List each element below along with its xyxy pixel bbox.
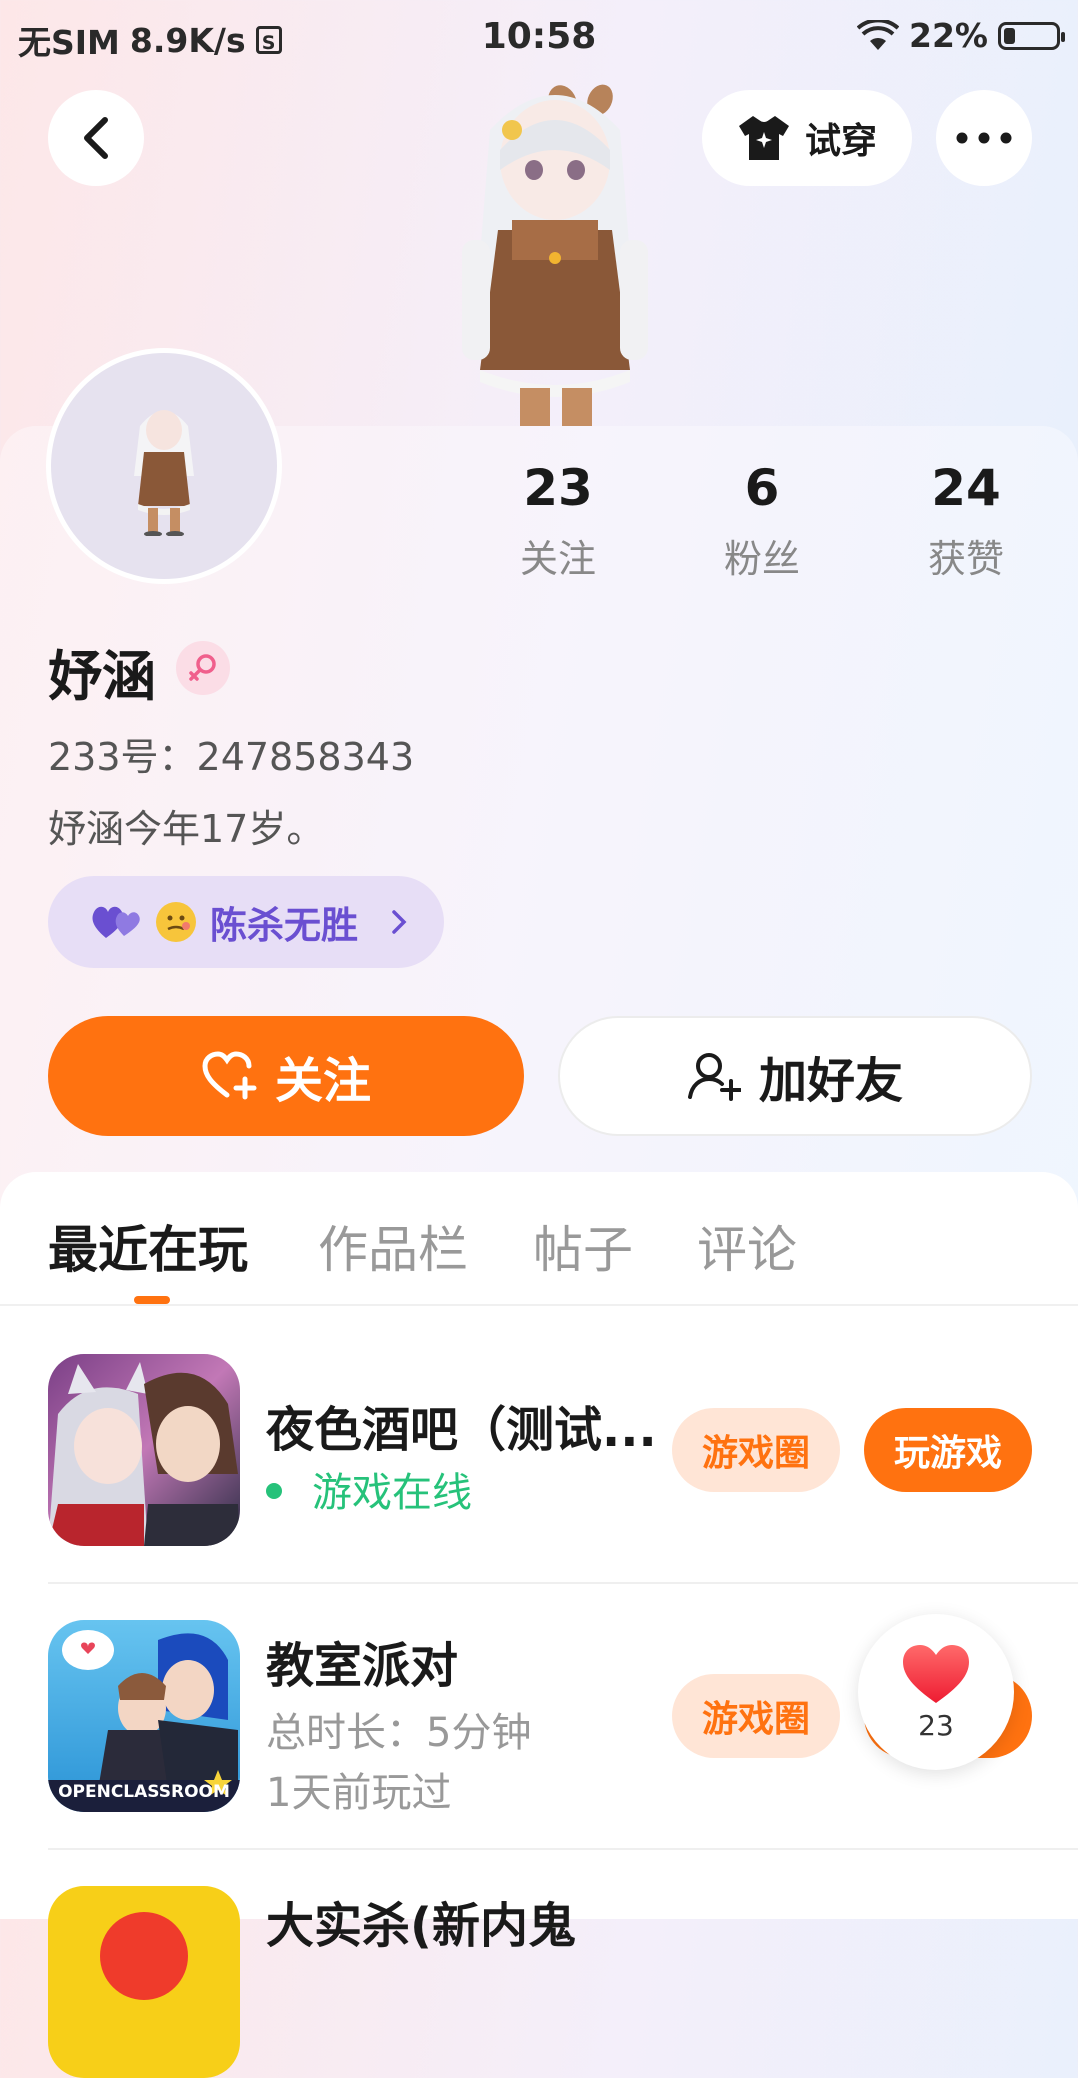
game-circle-button[interactable]: 游戏圈 — [672, 1408, 840, 1492]
stat-likes-label: 获赞 — [927, 537, 1004, 581]
more-icon — [956, 132, 1012, 144]
like-count: 23 — [918, 1708, 954, 1742]
face-emoji-icon — [156, 902, 196, 942]
add-friend-button[interactable]: 加好友 — [558, 1016, 1032, 1136]
divider — [48, 1848, 1078, 1850]
game-online-status: 游戏在线 — [266, 1460, 472, 1518]
online-dot-icon — [266, 1483, 282, 1499]
follow-button[interactable]: 关注 — [48, 1016, 524, 1136]
play-game-button[interactable]: 玩游戏 — [864, 1408, 1032, 1492]
chevron-left-icon — [84, 117, 108, 159]
game-duration: 总时长：5分钟 — [266, 1710, 532, 1756]
tab-posts[interactable]: 帖子 — [533, 1210, 633, 1282]
avatar-image — [51, 353, 277, 579]
tab-comments[interactable]: 评论 — [697, 1210, 797, 1282]
game-title[interactable]: 教室派对 — [266, 1626, 458, 1696]
female-icon — [176, 641, 230, 695]
try-on-button[interactable]: 试穿 — [702, 90, 912, 186]
profile-name: 妤涵 — [48, 645, 156, 708]
floating-like-button[interactable]: 23 — [858, 1614, 1014, 1770]
game-icon-third[interactable] — [48, 1886, 240, 2078]
relation-tag[interactable]: 陈杀无胜 — [48, 876, 444, 968]
relation-label: 陈杀无胜 — [210, 904, 358, 947]
double-heart-icon — [92, 906, 140, 938]
tab-indicator — [134, 1296, 170, 1304]
tab-bar: 最近在玩 作品栏 帖子 评论 — [0, 1172, 1078, 1304]
hero-avatar-image — [462, 84, 648, 426]
battery-percent: 22% — [909, 16, 988, 55]
game-title[interactable]: 夜色酒吧（测试... — [266, 1390, 657, 1460]
stat-following[interactable]: 23 关注 — [478, 458, 638, 583]
avatar[interactable] — [46, 348, 282, 584]
chevron-right-icon — [392, 910, 407, 934]
profile-bio: 妤涵今年17岁。 — [48, 807, 325, 851]
try-on-label: 试穿 — [804, 121, 877, 162]
user-id: 233号：247858343 — [48, 735, 415, 779]
game-circle-button[interactable]: 游戏圈 — [672, 1674, 840, 1758]
stat-following-label: 关注 — [519, 537, 596, 581]
heart-icon — [903, 1644, 969, 1703]
follow-label: 关注 — [274, 1053, 371, 1109]
stat-likes[interactable]: 24 获赞 — [886, 458, 1046, 583]
tab-recent-play[interactable]: 最近在玩 — [48, 1210, 248, 1282]
game-last-played: 1天前玩过 — [266, 1770, 452, 1816]
tab-works[interactable]: 作品栏 — [318, 1210, 468, 1282]
shirt-icon — [738, 116, 789, 160]
online-label: 游戏在线 — [312, 1470, 472, 1516]
divider — [48, 1582, 1078, 1584]
stat-following-count: 23 — [523, 459, 593, 517]
heart-plus-icon — [202, 1051, 257, 1100]
status-bar: 无SIM 8.9K/s S 10:58 22% — [0, 0, 1078, 76]
status-right: 22% — [857, 16, 1065, 55]
stat-fans-count: 6 — [744, 459, 780, 517]
more-button[interactable] — [936, 90, 1032, 186]
game-icon-logo-text: OPENCLASSROOM — [58, 1782, 230, 1802]
game-icon-classroom-party[interactable]: OPENCLASSROOM — [48, 1620, 240, 1812]
game-title[interactable]: 大实杀(新内鬼 — [266, 1886, 576, 1956]
stat-fans[interactable]: 6 粉丝 — [682, 458, 842, 583]
divider — [0, 1304, 1078, 1306]
back-button[interactable] — [48, 90, 144, 186]
add-friend-label: 加好友 — [758, 1053, 903, 1109]
game-icon-night-bar[interactable] — [48, 1354, 240, 1546]
stat-likes-count: 24 — [931, 459, 1001, 517]
add-user-icon — [687, 1053, 741, 1101]
stat-fans-label: 粉丝 — [723, 537, 800, 581]
avatar-figure — [134, 410, 194, 536]
wifi-icon — [857, 19, 899, 50]
battery-icon — [998, 21, 1065, 50]
